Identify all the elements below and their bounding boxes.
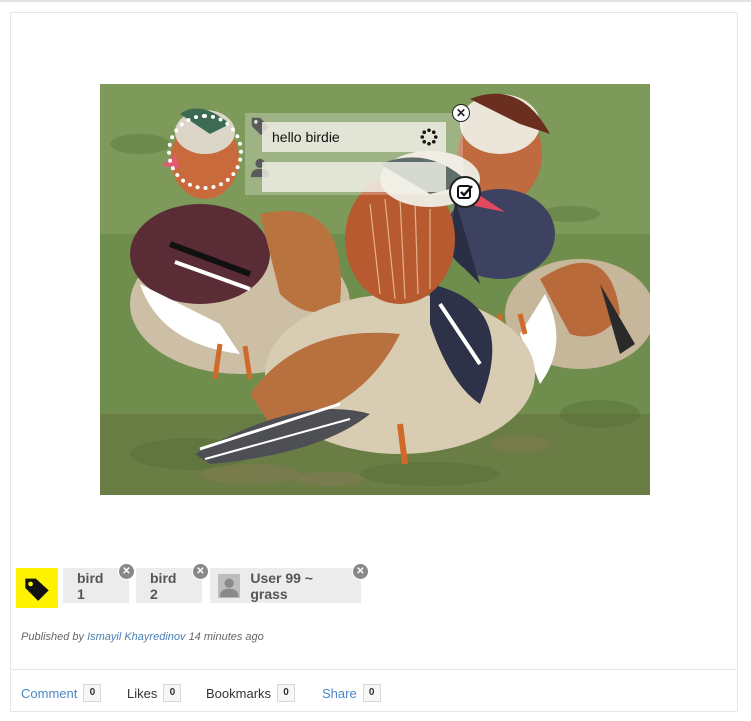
tag-chip-user[interactable]: User 99 ~ grass [210, 568, 361, 603]
remove-tag-icon[interactable]: ✕ [118, 563, 135, 580]
published-prefix: Published by [21, 631, 84, 643]
published-time: 14 minutes ago [188, 631, 264, 643]
likes-action[interactable]: Likes 0 [127, 683, 182, 703]
close-icon[interactable]: ✕ [452, 104, 470, 122]
published-meta: Published by Ismayil Khayredinov 14 minu… [21, 631, 264, 643]
tag-chip-label: bird 1 [77, 569, 104, 602]
tag-editor-panel: hello birdie [245, 113, 463, 195]
tag-text-input[interactable]: hello birdie [262, 122, 446, 152]
tag-chip-label: User 99 ~ grass [250, 569, 313, 602]
bookmarks-label: Bookmarks [206, 685, 272, 701]
author-link[interactable]: Ismayil Khayredinov [87, 631, 185, 643]
tags-label-box [16, 568, 58, 608]
check-icon [457, 185, 473, 199]
likes-label: Likes [127, 685, 158, 701]
confirm-tag-button[interactable] [449, 176, 481, 208]
remove-tag-icon[interactable]: ✕ [352, 563, 369, 580]
share-link[interactable]: Share [322, 686, 357, 701]
footer-divider [11, 669, 737, 670]
remove-tag-icon[interactable]: ✕ [192, 563, 209, 580]
comment-count: 0 [83, 684, 102, 702]
photo[interactable]: hello birdie ✕ [100, 84, 650, 495]
tag-icon [25, 578, 49, 601]
user-avatar-icon [218, 574, 241, 597]
share-action[interactable]: Share 0 [322, 683, 381, 703]
top-divider [0, 0, 751, 2]
comment-link[interactable]: Comment [21, 686, 77, 701]
bookmarks-count: 0 [277, 684, 296, 702]
likes-count: 0 [163, 684, 182, 702]
person-name-input[interactable] [262, 162, 446, 192]
spinner-icon [420, 128, 438, 146]
avatar [218, 573, 241, 598]
tag-chip-label: bird 2 [150, 569, 177, 602]
bookmarks-action[interactable]: Bookmarks 0 [206, 683, 296, 703]
share-count: 0 [362, 684, 381, 702]
face-selection-circle[interactable] [167, 114, 243, 190]
comment-action[interactable]: Comment 0 [21, 683, 102, 703]
